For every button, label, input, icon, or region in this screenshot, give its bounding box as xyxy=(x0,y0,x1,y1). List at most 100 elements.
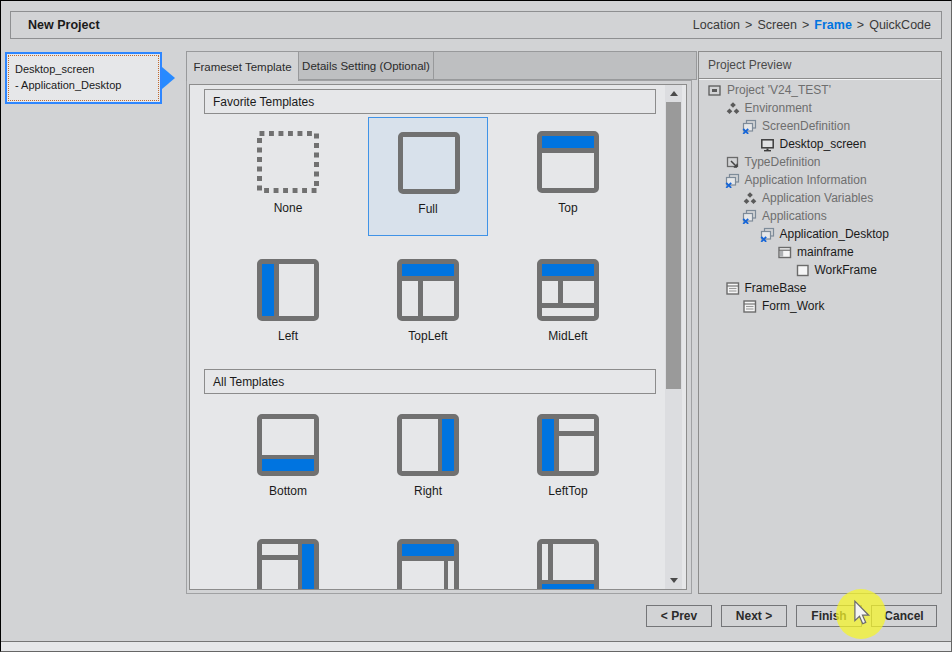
template-right[interactable]: Right xyxy=(368,400,488,519)
template-topright[interactable] xyxy=(368,525,488,590)
template-righttop[interactable] xyxy=(228,525,348,590)
selected-screen-line2: - Application_Desktop xyxy=(15,77,158,93)
template-left-icon xyxy=(257,259,319,321)
template-label: MidLeft xyxy=(508,329,628,343)
template-none[interactable]: None xyxy=(228,117,348,236)
template-bottomleft[interactable] xyxy=(508,525,628,590)
tree-item-application-variables[interactable]: Application Variables xyxy=(699,189,941,207)
template-label: Bottom xyxy=(228,484,348,498)
template-midleft-icon xyxy=(537,259,599,321)
template-left[interactable]: Left xyxy=(228,245,348,364)
project-icon xyxy=(707,83,722,98)
frame-grid-icon xyxy=(777,245,792,260)
tree-item-mainframe[interactable]: mainframe xyxy=(699,243,941,261)
new-project-dialog: New Project Location > Screen > Frame > QuickC… xyxy=(0,0,952,652)
template-lefttop[interactable]: LeftTop xyxy=(508,400,628,519)
tree-item-desktop-screen[interactable]: Desktop_screen xyxy=(699,135,941,153)
template-label: None xyxy=(228,201,348,215)
template-top[interactable]: Top xyxy=(508,117,628,236)
template-bottom[interactable]: Bottom xyxy=(228,400,348,519)
template-label: Full xyxy=(369,202,487,216)
section-all-templates: All Templates xyxy=(204,369,656,394)
breadcrumb: Location > Screen > Frame > QuickCode xyxy=(693,18,931,32)
template-topleft[interactable]: TopLeft xyxy=(368,245,488,364)
tree-item-label: Applications xyxy=(762,209,827,223)
frame-icon xyxy=(795,263,810,278)
scroll-down-button[interactable] xyxy=(665,572,682,589)
window-bottom-strip xyxy=(1,641,951,651)
tree-item-label: Form_Work xyxy=(762,299,824,313)
scroll-down-icon xyxy=(670,578,678,583)
template-midleft[interactable]: MidLeft xyxy=(508,245,628,364)
form-icon xyxy=(725,281,740,296)
template-topright-icon xyxy=(397,539,459,590)
tree-item-label: Desktop_screen xyxy=(780,137,867,151)
template-label: Left xyxy=(228,329,348,343)
tree-item-application-desktop[interactable]: Application_Desktop xyxy=(699,225,941,243)
next-button[interactable]: Next > xyxy=(721,605,787,627)
form-icon xyxy=(742,299,757,314)
template-right-icon xyxy=(397,414,459,476)
template-bottom-icon xyxy=(257,414,319,476)
tree-item-label: FrameBase xyxy=(745,281,807,295)
tree-item-screendefinition[interactable]: ScreenDefinition xyxy=(699,117,941,135)
win-x-icon xyxy=(742,119,757,134)
templates-scroll-area: Favorite TemplatesNoneFullTopLeftTopLeft… xyxy=(189,84,687,590)
template-full[interactable]: Full xyxy=(368,117,488,236)
breadcrumb-item-screen[interactable]: Screen xyxy=(757,18,797,32)
dialog-title: New Project xyxy=(28,18,100,32)
template-topleft-icon xyxy=(397,259,459,321)
tree-item-label: Environment xyxy=(745,101,812,115)
tree-item-label: Application Variables xyxy=(762,191,873,205)
project-preview-title: Project Preview xyxy=(699,52,941,79)
scroll-up-icon xyxy=(670,91,678,96)
breadcrumb-item-quickcode[interactable]: QuickCode xyxy=(869,18,931,32)
win-x-icon xyxy=(760,227,775,242)
template-label: Right xyxy=(368,484,488,498)
breadcrumb-item-location[interactable]: Location xyxy=(693,18,740,32)
tree-item-application-information[interactable]: Application Information xyxy=(699,171,941,189)
selected-screen-card[interactable]: Desktop_screen - Application_Desktop xyxy=(5,52,162,104)
template-label: LeftTop xyxy=(508,484,628,498)
template-none-icon xyxy=(257,131,319,193)
tree-item-environment[interactable]: Environment xyxy=(699,99,941,117)
typedef-icon xyxy=(725,155,740,170)
selection-arrow-icon xyxy=(162,67,175,89)
mouse-cursor xyxy=(853,599,872,628)
section-favorite-templates: Favorite Templates xyxy=(204,89,656,114)
tab-frameset-template[interactable]: Frameset Template xyxy=(186,51,299,81)
scrollbar-thumb[interactable] xyxy=(666,102,681,389)
monitor-icon xyxy=(760,137,775,152)
tree-item-label: Application Information xyxy=(745,173,867,187)
tree-item-label: WorkFrame xyxy=(815,263,877,277)
tree-item-framebase[interactable]: FrameBase xyxy=(699,279,941,297)
breadcrumb-separator: > xyxy=(745,18,752,32)
tree-item-label: TypeDefinition xyxy=(745,155,821,169)
scroll-up-button[interactable] xyxy=(665,85,682,102)
tree-item-label: ScreenDefinition xyxy=(762,119,850,133)
breadcrumb-item-frame[interactable]: Frame xyxy=(814,18,852,32)
scrollbar[interactable] xyxy=(665,85,682,589)
tab-details-setting-optional[interactable]: Details Setting (Optional) xyxy=(298,51,434,80)
breadcrumb-separator: > xyxy=(857,18,864,32)
selected-screen-card-label: Desktop_screen - Application_Desktop xyxy=(8,55,159,101)
variables-icon xyxy=(742,191,757,206)
tree-item-label: Project 'V24_TEST' xyxy=(727,83,831,97)
prev-button[interactable]: < Prev xyxy=(646,605,712,627)
dialog-header: New Project Location > Screen > Frame > QuickC… xyxy=(10,11,942,39)
breadcrumb-separator: > xyxy=(802,18,809,32)
win-x-icon xyxy=(742,209,757,224)
tree-item-applications[interactable]: Applications xyxy=(699,207,941,225)
template-lefttop-icon xyxy=(537,414,599,476)
tree-item-form-work[interactable]: Form_Work xyxy=(699,297,941,315)
template-full-icon xyxy=(398,132,460,194)
project-preview-panel: Project Preview Project 'V24_TEST' Enviro… xyxy=(698,51,942,594)
tree-item-project-v24-test[interactable]: Project 'V24_TEST' xyxy=(699,81,941,99)
selected-screen-line1: Desktop_screen xyxy=(15,61,158,77)
tab-strip-filler xyxy=(433,51,697,80)
tree-item-typedefinition[interactable]: TypeDefinition xyxy=(699,153,941,171)
template-label: TopLeft xyxy=(368,329,488,343)
template-top-icon xyxy=(537,131,599,193)
tree-item-label: Application_Desktop xyxy=(780,227,889,241)
tree-item-workframe[interactable]: WorkFrame xyxy=(699,261,941,279)
